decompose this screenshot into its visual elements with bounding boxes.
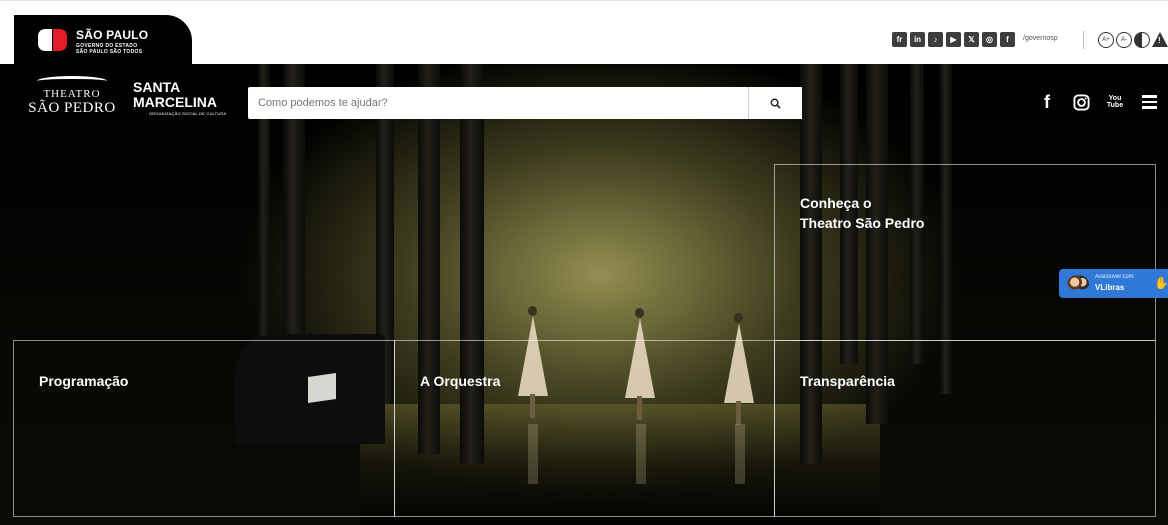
site-social-nav: f You Tube [1030, 91, 1166, 113]
decrease-font-icon[interactable]: A- [1116, 32, 1132, 48]
accessibility-tools: A+ A- [1098, 32, 1168, 48]
search-icon [770, 98, 781, 109]
gov-social-handle[interactable]: /governosp [1023, 35, 1058, 42]
gov-logo-subtitle: GOVERNO DO ESTADO SÃO PAULO SÃO TODOS [76, 43, 142, 55]
vlibras-line2: VLibras [1095, 283, 1125, 292]
search-bar [248, 87, 802, 119]
linkedin-icon[interactable]: in [910, 32, 925, 47]
alert-icon[interactable] [1152, 32, 1168, 48]
youtube-icon-line1: You [1108, 95, 1122, 102]
panel-label-conheca: Conheça o Theatro São Pedro [800, 195, 925, 231]
youtube-icon[interactable]: ▶ [946, 32, 961, 47]
search-input[interactable] [248, 87, 748, 119]
menu-icon[interactable] [1132, 91, 1166, 113]
youtube-icon[interactable]: You Tube [1098, 91, 1132, 113]
panel-orquestra[interactable]: A Orquestra [394, 340, 775, 517]
x-twitter-icon[interactable]: 𝕏 [964, 32, 979, 47]
sp-logo-mark-icon [38, 29, 67, 51]
vlibras-widget[interactable]: Acessível com VLibras ✋ [1059, 269, 1168, 298]
search-button[interactable] [748, 87, 802, 119]
panel-programacao[interactable]: Programação [13, 340, 395, 517]
panel-conheca-theatro[interactable]: Conheça o Theatro São Pedro [774, 164, 1156, 341]
panel-label-programacao: Programação [39, 373, 129, 389]
gov-logo-subtitle-line2: SÃO PAULO SÃO TODOS [76, 49, 143, 55]
gov-logo-title: SÃO PAULO [76, 28, 149, 42]
site-logo-line1: THEATRO [43, 88, 101, 100]
instagram-icon[interactable] [1064, 91, 1098, 113]
gov-bar-divider [1083, 31, 1084, 49]
partner-logo-line2: MARCELINA [133, 94, 217, 110]
youtube-icon-line2: Tube [1106, 102, 1124, 109]
panel-transparencia[interactable]: Transparência [774, 340, 1156, 517]
partner-logo-tagline: ORGANIZAÇÃO SOCIAL DE CULTURA [149, 111, 227, 116]
theatro-sao-pedro-logo[interactable]: THEATRO SÃO PEDRO [24, 76, 120, 132]
government-top-bar: SÃO PAULO GOVERNO DO ESTADO SÃO PAULO SÃ… [0, 0, 1168, 65]
panel-label-orquestra: A Orquestra [420, 373, 501, 389]
increase-font-icon[interactable]: A+ [1098, 32, 1114, 48]
gov-social-links: fr in ♪ ▶ 𝕏 ◎ f [892, 32, 1015, 47]
facebook-icon[interactable]: f [1000, 32, 1015, 47]
flickr-icon[interactable]: fr [892, 32, 907, 47]
vlibras-avatar-icon [1067, 275, 1089, 293]
contrast-icon[interactable] [1134, 32, 1150, 48]
vlibras-line1: Acessível com [1095, 274, 1134, 280]
theatro-logo-mark-icon [37, 76, 107, 86]
sao-paulo-government-logo[interactable]: SÃO PAULO GOVERNO DO ESTADO SÃO PAULO SÃ… [14, 15, 192, 65]
panel-label-transparencia: Transparência [800, 373, 895, 389]
tiktok-icon[interactable]: ♪ [928, 32, 943, 47]
santa-marcelina-logo[interactable]: SANTA MARCELINA ORGANIZAÇÃO SOCIAL DE CU… [133, 80, 226, 116]
facebook-icon[interactable]: f [1030, 91, 1064, 113]
instagram-icon[interactable]: ◎ [982, 32, 997, 47]
partner-logo-line1: SANTA [133, 79, 181, 95]
hand-icon: ✋ [1154, 276, 1168, 290]
site-logo-line2: SÃO PEDRO [28, 100, 116, 116]
